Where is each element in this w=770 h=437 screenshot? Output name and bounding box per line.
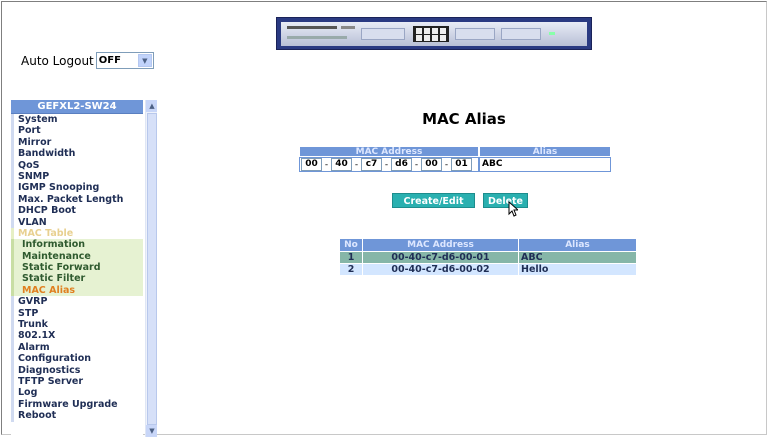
sidebar-item-port[interactable]: Port: [11, 125, 143, 137]
sidebar-item-max-packet-length[interactable]: Max. Packet Length: [11, 193, 143, 206]
auto-logout: Auto Logout OFF ▼: [21, 52, 154, 69]
mac-octet-1[interactable]: 00: [301, 158, 322, 171]
cell-no: 2: [339, 263, 363, 276]
scroll-up-icon[interactable]: ▲: [146, 100, 157, 112]
sidebar-item-information[interactable]: Information: [11, 239, 143, 251]
chevron-down-icon[interactable]: ▼: [137, 54, 152, 67]
auto-logout-select[interactable]: OFF ▼: [95, 52, 154, 69]
sidebar-list: GEFXL2-SW24 System Port Mirror Bandwidth QoS…: [11, 100, 143, 437]
mac-alias-table: No MAC Address Alias 1 00-40-c7-d6-00-01…: [339, 238, 637, 276]
mac-octet-5[interactable]: 00: [421, 158, 442, 171]
mac-octet-2[interactable]: 40: [331, 158, 352, 171]
cell-alias: ABC: [518, 251, 637, 264]
scroll-thumb[interactable]: [147, 113, 157, 425]
sidebar-item-mac-alias[interactable]: MAC Alias: [11, 284, 143, 297]
mac-octet-4[interactable]: d6: [391, 158, 412, 171]
cell-alias: Hello: [518, 263, 637, 276]
sidebar-item-snmp[interactable]: SNMP: [11, 170, 143, 183]
sidebar-item-qos[interactable]: QoS: [11, 159, 143, 171]
sidebar-item-firmware-upgrade[interactable]: Firmware Upgrade: [11, 398, 143, 411]
sidebar-item-802-1x[interactable]: 802.1X: [11, 330, 143, 342]
sidebar-menu: GEFXL2-SW24 System Port Mirror Bandwidth QoS…: [11, 100, 157, 437]
col-mac-header: MAC Address: [362, 238, 519, 252]
sidebar-item-configuration[interactable]: Configuration: [11, 353, 143, 365]
sidebar-item-dhcp-boot[interactable]: DHCP Boot: [11, 205, 143, 217]
sidebar-item-diagnostics[interactable]: Diagnostics: [11, 364, 143, 376]
sidebar-item-vlan[interactable]: VLAN: [11, 216, 143, 228]
mouse-pointer-icon: [508, 201, 518, 217]
alias-header: Alias: [479, 146, 611, 157]
mac-octet-6[interactable]: 01: [451, 158, 472, 171]
create-edit-button[interactable]: Create/Edit: [392, 193, 475, 208]
auto-logout-value: OFF: [98, 55, 121, 66]
cell-mac: 00-40-c7-d6-00-02: [362, 263, 519, 276]
auto-logout-label: Auto Logout: [21, 53, 94, 68]
sidebar-item-tftp-server[interactable]: TFTP Server: [11, 375, 143, 388]
table-row[interactable]: 2 00-40-c7-d6-00-02 Hello: [339, 263, 637, 276]
sidebar-item-igmp-snooping[interactable]: IGMP Snooping: [11, 182, 143, 194]
mac-octet-3[interactable]: c7: [361, 158, 382, 171]
col-no-header: No: [339, 238, 363, 252]
scroll-down-icon[interactable]: ▼: [146, 425, 157, 437]
sidebar-item-gvrp[interactable]: GVRP: [11, 296, 143, 308]
mac-address-header: MAC Address: [299, 146, 479, 157]
sidebar-item-mac-table[interactable]: MAC Table: [11, 227, 143, 240]
sidebar-item-static-filter[interactable]: Static Filter: [11, 273, 143, 285]
alias-input[interactable]: ABC: [479, 157, 611, 172]
sidebar-item-reboot[interactable]: Reboot: [11, 410, 143, 422]
sidebar-item-system[interactable]: System: [11, 114, 143, 126]
sidebar-item-log[interactable]: Log: [11, 387, 143, 399]
sidebar-item-stp[interactable]: STP: [11, 307, 143, 320]
mac-address-inputs: 00 - 40 - c7 - d6 - 00 - 01: [299, 157, 479, 172]
cell-mac: 00-40-c7-d6-00-01: [362, 251, 519, 264]
mac-alias-form: MAC Address Alias 00 - 40 - c7 - d6 - 00…: [299, 146, 611, 172]
sidebar-item-maintenance[interactable]: Maintenance: [11, 250, 143, 263]
switch-device-image: [276, 17, 592, 50]
delete-button[interactable]: Delete: [483, 193, 528, 208]
cell-no: 1: [339, 251, 363, 264]
sidebar-item-mirror[interactable]: Mirror: [11, 136, 143, 149]
page-title: MAC Alias: [422, 110, 506, 128]
sidebar-item-trunk[interactable]: Trunk: [11, 319, 143, 331]
sidebar-item-alarm[interactable]: Alarm: [11, 341, 143, 354]
col-alias-header: Alias: [518, 238, 637, 252]
sidebar-scrollbar[interactable]: ▲ ▼: [145, 100, 157, 437]
sidebar-header: GEFXL2-SW24: [11, 100, 143, 114]
sidebar-item-static-forward[interactable]: Static Forward: [11, 262, 143, 274]
table-row[interactable]: 1 00-40-c7-d6-00-01 ABC: [339, 251, 637, 264]
sidebar-item-bandwidth[interactable]: Bandwidth: [11, 148, 143, 160]
table-header-row: No MAC Address Alias: [339, 238, 637, 252]
